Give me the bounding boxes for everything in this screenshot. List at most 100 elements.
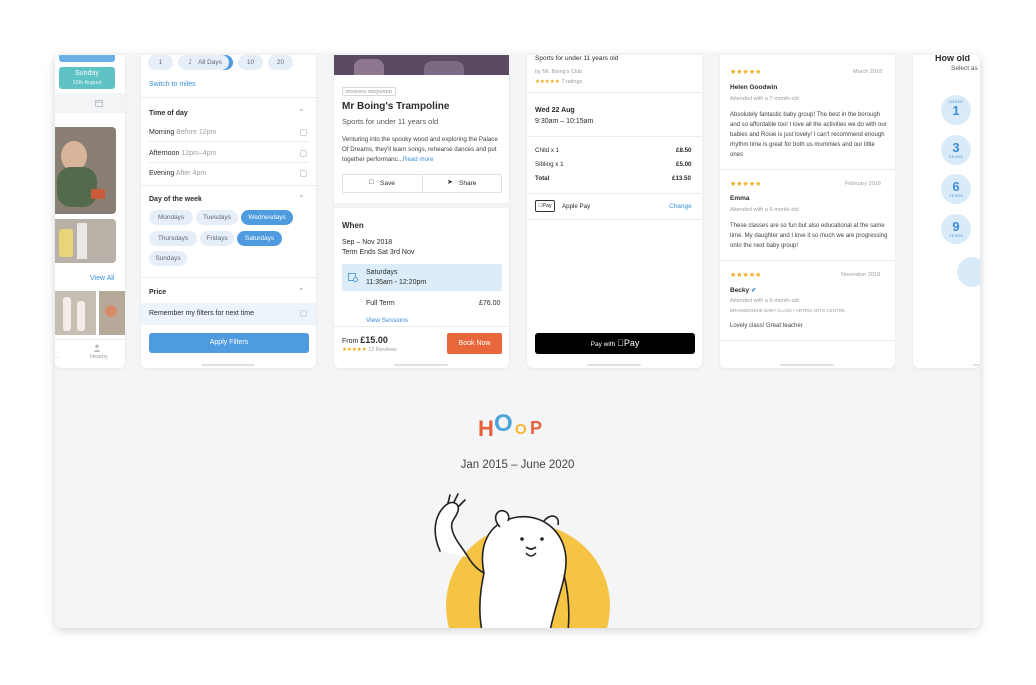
- checkbox[interactable]: [300, 170, 307, 177]
- continue-button[interactable]: [957, 257, 980, 287]
- day-option-selected[interactable]: Saturdays: [237, 231, 282, 246]
- reviewer-name: Becky: [730, 287, 750, 294]
- view-all-link[interactable]: View All: [90, 275, 114, 282]
- time-option-sub: 12pm–4pm: [181, 150, 217, 157]
- session-time: 11:35am - 12:20pm: [366, 279, 427, 286]
- review-text: These classes are so fun but also educat…: [730, 223, 888, 249]
- chevron-up-icon[interactable]: ^: [300, 288, 303, 294]
- chevron-up-icon[interactable]: ^: [300, 109, 303, 115]
- ratings-count: 7 ratings: [561, 79, 583, 85]
- session-card[interactable]: Saturdays 11:35am - 12:20pm: [342, 264, 502, 291]
- remember-filters-row[interactable]: Remember my filters for next time: [141, 303, 316, 325]
- day-option[interactable]: Sundays: [149, 251, 187, 266]
- line-item-label: Sibling x 1: [535, 161, 564, 168]
- hoop-logo: H O O P: [478, 410, 558, 443]
- share-label: Share: [459, 180, 477, 187]
- reviews-panel: ★★★★★ March 2018 Helen Goodwin Attended …: [720, 55, 895, 368]
- total-price: £13.50: [672, 175, 691, 182]
- read-more-link[interactable]: Read more: [403, 156, 434, 163]
- day-option[interactable]: Mondays: [149, 210, 193, 225]
- book-now-button[interactable]: Book Now: [447, 333, 502, 354]
- activity-photo-ballet[interactable]: [55, 291, 96, 335]
- apple-logo-icon: : [617, 338, 624, 348]
- tab-left-label[interactable]: ...: [55, 354, 60, 360]
- remember-filters-label: Remember my filters for next time: [149, 310, 255, 317]
- age-option-number: 1: [952, 103, 960, 118]
- tab-nearby-label[interactable]: Nearby: [90, 354, 108, 360]
- line-item-price: £5.00: [676, 161, 692, 168]
- day-option-selected[interactable]: Wednesdays: [241, 210, 293, 225]
- reviewer-meta: Attended with a 6-month-old: [730, 298, 799, 304]
- change-payment-link[interactable]: Change: [669, 203, 692, 210]
- reviewer-name-row: Becky ✔: [730, 286, 756, 294]
- activity-photo-child[interactable]: [55, 127, 116, 214]
- send-icon: ➤: [447, 179, 453, 186]
- activity-subtitle: Sports for under 11 years old: [342, 117, 439, 126]
- term-dates: Sep – Nov 2018: [342, 239, 393, 246]
- day-option[interactable]: All Days: [191, 55, 229, 70]
- checkbox[interactable]: [300, 310, 307, 317]
- date-picker-row[interactable]: [55, 93, 125, 113]
- home-screen-panel: Sunday 12th August View All ... Nearby: [55, 55, 125, 368]
- hero-image: [334, 55, 509, 75]
- age-option-number: 6: [952, 179, 960, 194]
- when-heading: When: [342, 221, 364, 230]
- age-option-label: YEARS: [948, 155, 964, 159]
- time-option-label: Evening: [149, 170, 175, 177]
- age-option[interactable]: 6 YEARS: [941, 174, 971, 204]
- day-option[interactable]: Thursdays: [149, 231, 197, 246]
- brand-section: H O O P Jan 2015 – June 2020: [55, 373, 980, 628]
- age-option[interactable]: UNDER 1: [941, 95, 971, 125]
- save-button[interactable]: □ Save: [343, 175, 423, 192]
- provider-name: by Mr. Boing's Club: [535, 69, 583, 75]
- verified-icon: ✔: [750, 287, 757, 294]
- view-sessions-link[interactable]: View Sessions: [366, 317, 408, 324]
- date-chip-top[interactable]: [59, 55, 115, 62]
- time-option-afternoon[interactable]: Afternoon 12pm–4pm: [149, 150, 216, 157]
- age-option-label: YEARS: [948, 194, 964, 198]
- payment-method: Apple Pay: [562, 203, 591, 210]
- date-chip-day: Sunday: [75, 70, 99, 77]
- share-button[interactable]: ➤ Share: [423, 175, 503, 192]
- reviewer-name: Emma: [730, 195, 750, 202]
- apply-filters-button[interactable]: Apply Filters: [149, 333, 309, 353]
- time-option-sub: Before 12pm: [176, 129, 217, 136]
- activity-photo-small[interactable]: [99, 291, 125, 335]
- time-of-day-heading: Time of day: [149, 110, 188, 117]
- chevron-up-icon[interactable]: ^: [300, 195, 303, 201]
- distance-option[interactable]: 10: [238, 55, 263, 70]
- apple-pay-button[interactable]: Pay with Pay: [535, 333, 695, 354]
- full-term-price: £76.00: [479, 300, 501, 307]
- reviewer-meta: Attended with a 7-month-old: [730, 96, 799, 102]
- activity-description: Venturing into the spooky wood and explo…: [342, 135, 502, 165]
- review-stars: ★★★★★ 12 Reviews: [342, 347, 397, 353]
- checkbox[interactable]: [300, 150, 307, 157]
- person-icon[interactable]: [93, 344, 101, 352]
- save-label: Save: [380, 180, 395, 187]
- time-option-morning[interactable]: Morning Before 12pm: [149, 129, 216, 136]
- date-chip-selected[interactable]: Sunday 12th August: [59, 67, 115, 89]
- activity-title: Mr Boing's Trampoline: [342, 101, 450, 112]
- project-dates: Jan 2015 – June 2020: [460, 459, 575, 471]
- rating-stars: ★★★★★: [730, 69, 762, 76]
- day-option[interactable]: Tuesdays: [196, 210, 238, 225]
- age-option[interactable]: 3 YEARS: [941, 135, 971, 165]
- switch-to-miles-link[interactable]: Switch to miles: [149, 81, 196, 88]
- activity-photo-class[interactable]: [55, 219, 116, 263]
- distance-option[interactable]: 20: [268, 55, 293, 70]
- day-of-week-heading: Day of the week: [149, 196, 202, 203]
- reviewer-meta: Attended with a 6-month-old: [730, 207, 799, 213]
- from-label: From: [342, 338, 359, 345]
- full-term-label: Full Term: [366, 300, 395, 307]
- booking-date: Wed 22 Aug: [535, 107, 575, 114]
- day-option[interactable]: Fridays: [200, 231, 234, 246]
- time-option-evening[interactable]: Evening After 4pm: [149, 170, 206, 177]
- apple-pay-badge: Pay: [535, 200, 555, 212]
- price-value: £15.00: [360, 335, 388, 345]
- distance-option[interactable]: 1: [148, 55, 173, 70]
- apple-pay-badge-text: Pay: [540, 203, 551, 209]
- filters-panel: 1 2 5 10 20 Switch to miles Time of day …: [141, 55, 316, 368]
- checkbox[interactable]: [300, 129, 307, 136]
- age-option[interactable]: 9 YEARS: [941, 214, 971, 244]
- logo-letter: H: [478, 416, 494, 441]
